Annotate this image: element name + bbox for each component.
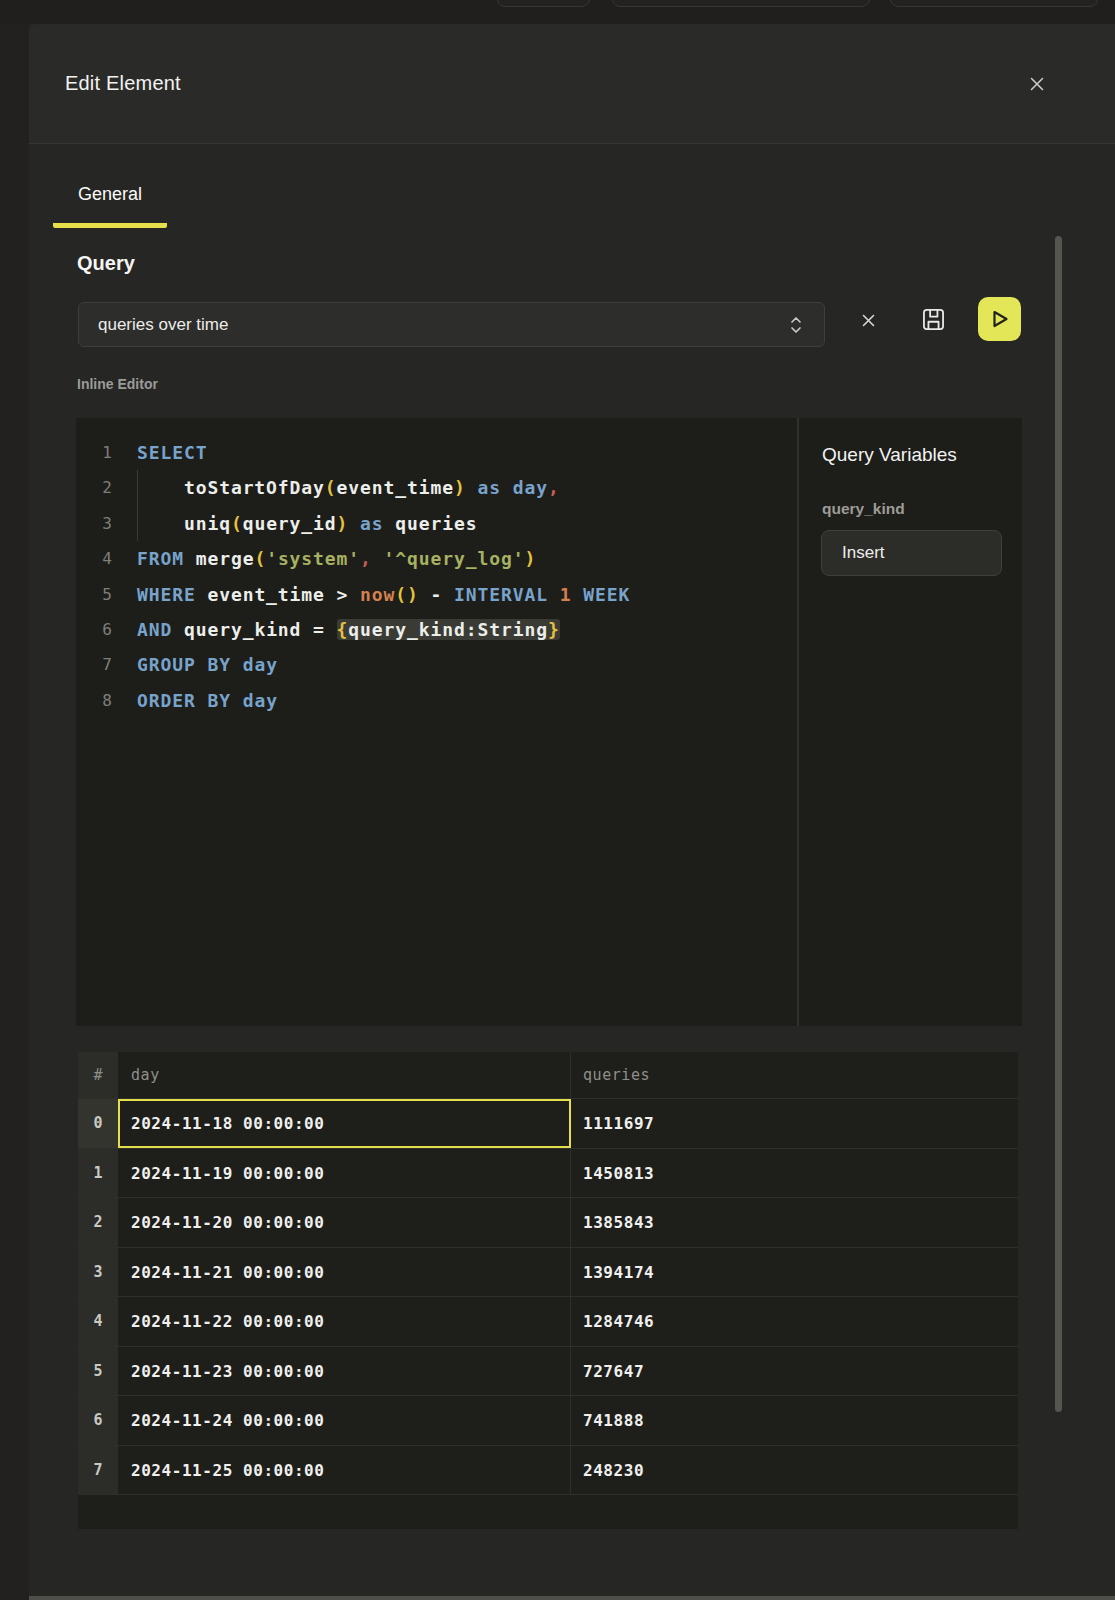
table-row[interactable]: 32024-11-21 00:00:001394174	[78, 1247, 1018, 1297]
queries-cell[interactable]: 248230	[571, 1446, 1018, 1495]
indent-guide	[137, 470, 138, 505]
modal-header	[29, 24, 1115, 144]
day-cell[interactable]: 2024-11-23 00:00:00	[118, 1347, 571, 1396]
table-row[interactable]: 62024-11-24 00:00:00741888	[78, 1395, 1018, 1445]
query-select[interactable]: queries over time	[78, 302, 825, 347]
code-text: WHERE event_time > now() - INTERVAL 1 WE…	[137, 577, 630, 612]
queries-cell[interactable]: 727647	[571, 1347, 1018, 1396]
column-header-day: day	[118, 1052, 571, 1098]
results-table: #dayqueries02024-11-18 00:00:00111169712…	[78, 1052, 1018, 1529]
modal-backdrop	[0, 24, 29, 1600]
code-text: ORDER BY day	[137, 683, 278, 718]
day-cell[interactable]: 2024-11-25 00:00:00	[118, 1446, 571, 1495]
table-header-row: #dayqueries	[78, 1052, 1018, 1098]
queries-cell[interactable]: 1111697	[571, 1099, 1018, 1148]
bottom-edge-bar	[29, 1596, 1115, 1600]
day-cell[interactable]: 2024-11-22 00:00:00	[118, 1297, 571, 1346]
queries-cell[interactable]: 1385843	[571, 1198, 1018, 1247]
row-index-cell: 1	[78, 1149, 118, 1198]
indent-guide	[137, 506, 138, 541]
background-toolbar-button	[890, 0, 1098, 7]
day-cell[interactable]: 2024-11-18 00:00:00	[118, 1099, 571, 1148]
query-select-value: queries over time	[98, 303, 228, 346]
line-number: 5	[76, 577, 112, 612]
queries-cell[interactable]: 1450813	[571, 1149, 1018, 1198]
line-number: 7	[76, 647, 112, 682]
inline-editor-label: Inline Editor	[77, 376, 158, 392]
column-header-index: #	[78, 1052, 118, 1098]
clear-query-icon[interactable]	[861, 313, 876, 328]
code-text: SELECT	[137, 435, 207, 470]
code-text: uniq(query_id) as queries	[137, 506, 477, 541]
column-header-queries: queries	[571, 1052, 1018, 1098]
line-number: 8	[76, 683, 112, 718]
run-query-button[interactable]	[978, 297, 1021, 341]
edit-element-modal: Edit Element General Query queries over …	[29, 24, 1115, 1600]
save-icon[interactable]	[920, 306, 947, 333]
table-row[interactable]: 72024-11-25 00:00:00248230	[78, 1445, 1018, 1495]
table-row[interactable]: 42024-11-22 00:00:001284746	[78, 1296, 1018, 1346]
background-top-bar	[0, 0, 1115, 24]
tab-general[interactable]: General	[53, 166, 167, 228]
query-variable-chip: {query_kind:String}	[337, 619, 560, 640]
query-variable-name: query_kind	[822, 500, 905, 518]
background-toolbar-button	[612, 0, 870, 7]
code-line: 3 uniq(query_id) as queries	[76, 506, 795, 541]
modal-scrollbar[interactable]	[1055, 236, 1062, 1412]
row-index-cell: 2	[78, 1198, 118, 1247]
day-cell[interactable]: 2024-11-19 00:00:00	[118, 1149, 571, 1198]
code-line: 7 GROUP BY day	[76, 647, 795, 682]
day-cell[interactable]: 2024-11-21 00:00:00	[118, 1248, 571, 1297]
queries-cell[interactable]: 1284746	[571, 1297, 1018, 1346]
query-section-label: Query	[77, 252, 135, 275]
queries-cell[interactable]: 741888	[571, 1396, 1018, 1445]
queries-cell[interactable]: 1394174	[571, 1248, 1018, 1297]
row-index-cell: 4	[78, 1297, 118, 1346]
table-row[interactable]: 52024-11-23 00:00:00727647	[78, 1346, 1018, 1396]
line-number: 2	[76, 470, 112, 505]
code-line: 2 toStartOfDay(event_time) as day,	[76, 470, 795, 505]
line-number: 1	[76, 435, 112, 470]
code-line: 8 ORDER BY day	[76, 683, 795, 718]
row-index-cell: 0	[78, 1099, 118, 1148]
code-text: toStartOfDay(event_time) as day,	[137, 470, 560, 505]
sql-editor[interactable]: 1SELECT2 toStartOfDay(event_time) as day…	[76, 418, 1022, 1026]
table-footer	[78, 1494, 1018, 1529]
row-index-cell: 6	[78, 1396, 118, 1445]
table-row[interactable]: 02024-11-18 00:00:001111697	[78, 1098, 1018, 1148]
row-index-cell: 3	[78, 1248, 118, 1297]
code-line: 6 AND query_kind = {query_kind:String}	[76, 612, 795, 647]
code-line: 4 FROM merge('system', '^query_log')	[76, 541, 795, 576]
query-variables-panel: Query Variables query_kind Insert	[797, 418, 1022, 1026]
code-line: 1 SELECT	[76, 435, 795, 470]
line-number: 3	[76, 506, 112, 541]
close-icon[interactable]	[1028, 75, 1046, 93]
chevron-up-down-icon	[790, 315, 802, 335]
modal-title: Edit Element	[65, 72, 181, 95]
day-cell[interactable]: 2024-11-24 00:00:00	[118, 1396, 571, 1445]
code-line: 5 WHERE event_time > now() - INTERVAL 1 W…	[76, 577, 795, 612]
line-number: 4	[76, 541, 112, 576]
row-index-cell: 7	[78, 1446, 118, 1495]
day-cell[interactable]: 2024-11-20 00:00:00	[118, 1198, 571, 1247]
background-toolbar-button	[497, 0, 590, 7]
code-text: GROUP BY day	[137, 647, 278, 682]
insert-variable-button[interactable]: Insert	[821, 530, 1002, 576]
row-index-cell: 5	[78, 1347, 118, 1396]
table-row[interactable]: 22024-11-20 00:00:001385843	[78, 1197, 1018, 1247]
code-text: AND query_kind = {query_kind:String}	[137, 612, 560, 647]
sql-code[interactable]: 1SELECT2 toStartOfDay(event_time) as day…	[76, 418, 795, 718]
query-variables-title: Query Variables	[822, 444, 957, 466]
line-number: 6	[76, 612, 112, 647]
table-row[interactable]: 12024-11-19 00:00:001450813	[78, 1148, 1018, 1198]
code-text: FROM merge('system', '^query_log')	[137, 541, 536, 576]
